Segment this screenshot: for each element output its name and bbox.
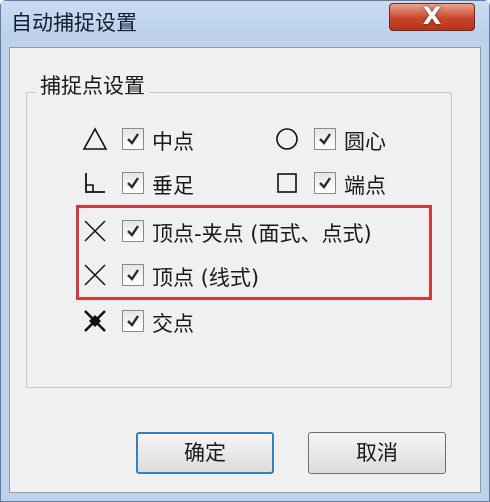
perpendicular-checkbox[interactable] — [122, 172, 144, 194]
endpoint-checkbox[interactable] — [314, 172, 336, 194]
dialog-window: 自动捕捉设置 X 捕捉点设置 中点 圆心 垂足 端点 顶点-夹点 (面式、点式)… — [0, 0, 490, 502]
window-title: 自动捕捉设置 — [11, 11, 137, 35]
option-intersection[interactable]: 交点 — [82, 306, 222, 338]
option-endpoint[interactable]: 端点 — [274, 168, 404, 200]
square-icon — [277, 173, 297, 193]
intersection-label: 交点 — [152, 312, 194, 336]
intersection-checkbox[interactable] — [122, 310, 144, 332]
title-bar[interactable]: 自动捕捉设置 X — [1, 1, 489, 41]
close-icon: X — [422, 2, 442, 30]
perpendicular-icon — [85, 173, 105, 193]
cancel-button[interactable]: 取消 — [308, 432, 446, 474]
close-button[interactable]: X — [389, 2, 475, 31]
intersection-icon — [84, 310, 106, 332]
midpoint-checkbox[interactable] — [122, 128, 144, 150]
triangle-icon — [82, 127, 108, 150]
groupbox-title: 捕捉点设置 — [36, 70, 149, 100]
center-label: 圆心 — [344, 130, 386, 154]
checkmark-icon — [127, 133, 139, 145]
option-center[interactable]: 圆心 — [274, 124, 404, 156]
midpoint-label: 中点 — [152, 130, 194, 154]
checkmark-icon — [127, 315, 139, 327]
endpoint-label: 端点 — [344, 174, 386, 198]
checkmark-icon — [319, 133, 331, 145]
highlight-box — [76, 205, 432, 300]
option-perpendicular[interactable]: 垂足 — [82, 168, 202, 200]
perpendicular-label: 垂足 — [152, 174, 194, 198]
checkmark-icon — [319, 177, 331, 189]
option-midpoint[interactable]: 中点 — [82, 124, 202, 156]
circle-icon — [276, 128, 298, 150]
ok-button[interactable]: 确定 — [136, 432, 274, 474]
checkmark-icon — [127, 177, 139, 189]
dialog-body: 捕捉点设置 中点 圆心 垂足 端点 顶点-夹点 (面式、点式) 顶点 (线式) … — [9, 47, 481, 493]
center-checkbox[interactable] — [314, 128, 336, 150]
